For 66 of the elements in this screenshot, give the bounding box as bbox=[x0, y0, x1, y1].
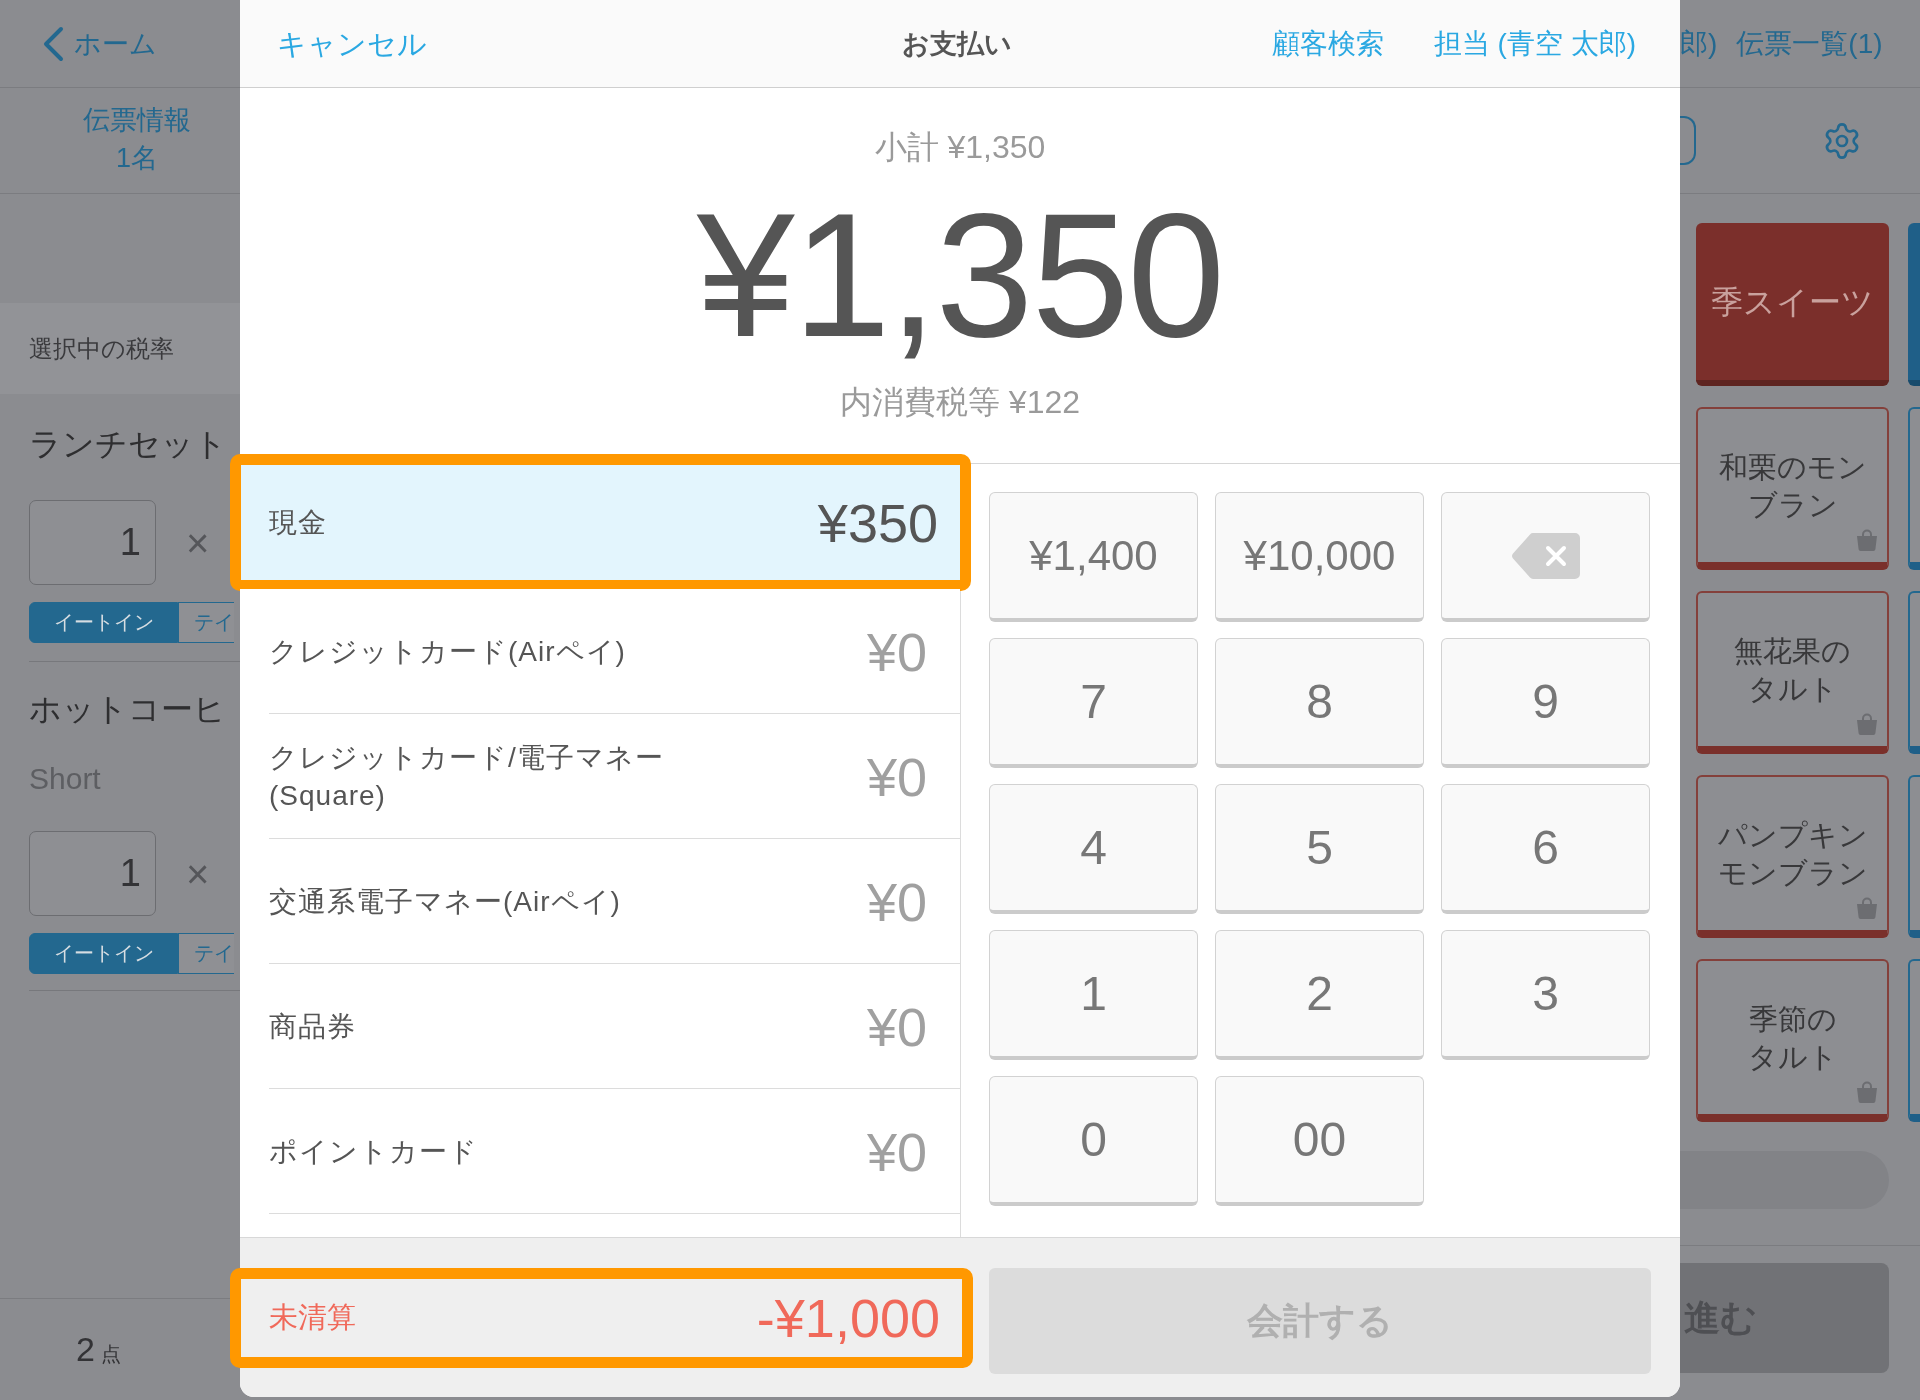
product-tile-edge[interactable] bbox=[1908, 591, 1920, 754]
quick-amount-button[interactable]: ¥10,000 bbox=[1215, 492, 1424, 622]
payment-method-label: 商品券 bbox=[269, 1009, 356, 1044]
payment-amount: ¥0 bbox=[866, 996, 927, 1057]
product-tile[interactable]: 季節の タルト bbox=[1696, 959, 1889, 1122]
quick-amount-button[interactable]: ¥1,400 bbox=[989, 492, 1198, 622]
payment-amount: ¥0 bbox=[866, 1121, 927, 1182]
balance-amount: -¥1,000 bbox=[756, 1288, 940, 1348]
keypad-key[interactable]: 9 bbox=[1441, 638, 1650, 768]
payment-amount: ¥0 bbox=[866, 746, 927, 807]
dining-option-tab[interactable]: イートイン bbox=[29, 933, 178, 974]
multiply-sign: × bbox=[186, 851, 210, 896]
keypad-key[interactable]: 3 bbox=[1441, 930, 1650, 1060]
cancel-button[interactable]: キャンセル bbox=[277, 25, 427, 62]
keypad-key[interactable]: 2 bbox=[1215, 930, 1424, 1060]
payment-method-label: ポイントカード bbox=[269, 1134, 478, 1169]
payment-amount: ¥0 bbox=[866, 621, 927, 682]
product-tile[interactable]: パンプキン モンブラン bbox=[1696, 775, 1889, 938]
product-tile[interactable]: 無花果の タルト bbox=[1696, 591, 1889, 754]
product-tile[interactable]: 和栗のモン ブラン bbox=[1696, 407, 1889, 570]
payment-method-label: クレジットカード/電子マネー (Square) bbox=[269, 740, 664, 813]
keypad-key[interactable]: 0 bbox=[989, 1076, 1198, 1206]
keypad-key[interactable]: 00 bbox=[1215, 1076, 1424, 1206]
total-amount: ¥1,350 bbox=[696, 180, 1224, 370]
keypad-key[interactable]: 5 bbox=[1215, 784, 1424, 914]
subtotal-text: 小計 ¥1,350 bbox=[874, 128, 1046, 167]
dialog-title: お支払い bbox=[901, 27, 1012, 61]
staff-link[interactable]: 担当 (青空 太郎) bbox=[1433, 25, 1636, 62]
order-item-name: ランチセット bbox=[29, 425, 227, 464]
keypad-key[interactable]: 8 bbox=[1215, 638, 1424, 768]
rounded-field[interactable] bbox=[1680, 116, 1696, 165]
keypad-key[interactable]: 6 bbox=[1441, 784, 1650, 914]
category-tile-edge[interactable] bbox=[1908, 223, 1920, 386]
customer-search-link[interactable]: 顧客検索 bbox=[1271, 25, 1384, 62]
payment-amount: ¥0 bbox=[866, 871, 927, 932]
count-unit: 点 bbox=[100, 1342, 121, 1367]
payment-method-label: 交通系電子マネー(Airペイ) bbox=[269, 884, 621, 919]
keypad-key[interactable]: 7 bbox=[989, 638, 1198, 768]
tax-included-text: 内消費税等 ¥122 bbox=[839, 383, 1081, 422]
backspace-button[interactable] bbox=[1441, 492, 1650, 622]
tax-rate-label: 選択中の税率 bbox=[29, 333, 174, 364]
order-item-name: ホットコーヒ bbox=[29, 690, 226, 729]
payment-method-label: 現金 bbox=[269, 505, 327, 540]
shopping-bag-icon bbox=[1855, 712, 1879, 736]
shopping-bag-icon bbox=[1855, 896, 1879, 920]
backspace-icon bbox=[1511, 532, 1580, 579]
dining-option-tab[interactable]: イートイン bbox=[29, 602, 178, 643]
product-tile-edge[interactable] bbox=[1908, 407, 1920, 570]
product-tile-edge[interactable] bbox=[1908, 959, 1920, 1122]
keypad-key[interactable]: 1 bbox=[989, 930, 1198, 1060]
guest-count: 1名 bbox=[116, 142, 158, 175]
shopping-bag-icon bbox=[1855, 528, 1879, 552]
product-tile-edge[interactable] bbox=[1908, 775, 1920, 938]
chevron-left-icon bbox=[42, 25, 64, 62]
quantity-field[interactable]: 1 bbox=[29, 500, 156, 585]
category-tile[interactable]: 季スイーツ bbox=[1696, 223, 1889, 386]
keypad-key[interactable]: 4 bbox=[989, 784, 1198, 914]
shopping-bag-icon bbox=[1855, 1080, 1879, 1104]
balance-label: 未清算 bbox=[269, 1300, 356, 1335]
payment-amount: ¥350 bbox=[817, 492, 938, 553]
quantity-field[interactable]: 1 bbox=[29, 831, 156, 916]
payment-method-row[interactable]: クレジットカード(Airペイ) ¥0 bbox=[240, 589, 960, 714]
payment-method-row[interactable]: 現金 ¥350 bbox=[241, 465, 960, 580]
multiply-sign: × bbox=[186, 520, 210, 565]
item-count: 2 bbox=[76, 1329, 95, 1369]
payment-method-label: クレジットカード(Airペイ) bbox=[269, 634, 626, 669]
